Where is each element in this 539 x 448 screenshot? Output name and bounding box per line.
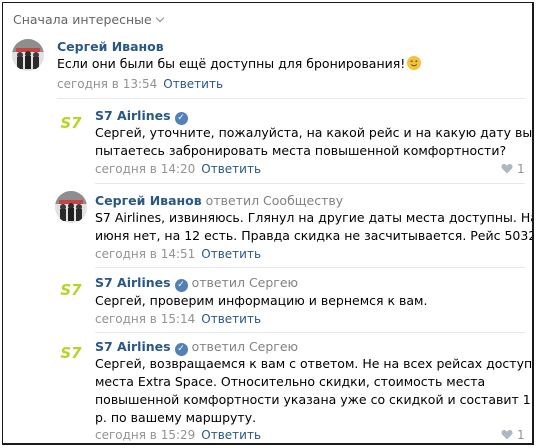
author-name: S7 Airlines bbox=[95, 275, 171, 290]
like-button[interactable]: 1 bbox=[501, 162, 525, 176]
comment-text: Сергей, возвращаемся к вам с ответом. Не… bbox=[95, 355, 534, 427]
like-count: 1 bbox=[517, 162, 525, 176]
reply-info: ответил Сообществу bbox=[206, 193, 344, 208]
comment-line: Если они были бы ещё доступны для бронир… bbox=[57, 55, 422, 73]
svg-text:S7: S7 bbox=[60, 281, 82, 299]
comment-text: S7 Airlines, извиняюсь. Глянул на другие… bbox=[95, 209, 534, 245]
comment-time[interactable]: сегодня в 14:20 bbox=[95, 162, 195, 176]
user-photo-icon bbox=[55, 191, 87, 223]
comment-text: Если они были бы ещё доступны для бронир… bbox=[57, 55, 422, 73]
comment-author[interactable]: S7 Airlines ✓ bbox=[95, 108, 188, 125]
comment-author[interactable]: Сергей Иванов bbox=[57, 39, 164, 54]
comment-line: повышенной комфортности указана уже со с… bbox=[95, 392, 534, 407]
comment-meta: сегодня в 14:51 Ответить bbox=[95, 247, 261, 261]
s7-logo-icon: S7 bbox=[55, 107, 87, 139]
author-name: S7 Airlines bbox=[95, 108, 171, 123]
reply-target[interactable]: Сергею bbox=[249, 339, 298, 354]
reply-prefix: ответил bbox=[191, 275, 245, 290]
comment-line: места Extra Space. Относительно скидки, … bbox=[95, 374, 486, 389]
comment-author[interactable]: S7 Airlines ✓ ответил Сергею bbox=[95, 275, 298, 292]
sort-label: Сначала интересные bbox=[13, 12, 152, 27]
chevron-down-icon bbox=[155, 13, 164, 23]
comment-meta: сегодня в 15:14 Ответить bbox=[95, 312, 261, 326]
comment-line: Сергей, возвращаемся к вам с ответом. Не… bbox=[95, 356, 534, 371]
avatar[interactable]: S7 bbox=[55, 107, 87, 139]
comments-panel: Сначала интересные Сергей Иванов Если он… bbox=[2, 2, 534, 445]
comment-meta: сегодня в 13:54 Ответить bbox=[57, 77, 223, 91]
divider bbox=[95, 332, 525, 333]
avatar[interactable]: S7 bbox=[55, 274, 87, 306]
heart-icon bbox=[501, 164, 513, 174]
comment-meta: сегодня в 14:20 Ответить bbox=[95, 162, 261, 176]
reply-target[interactable]: Сергею bbox=[249, 275, 298, 290]
avatar[interactable] bbox=[12, 39, 44, 71]
comment-author[interactable]: S7 Airlines ✓ ответил Сергею bbox=[95, 339, 298, 356]
comment-text: Сергей, проверим информацию и вернемся к… bbox=[95, 292, 427, 310]
reply-target[interactable]: Сообществу bbox=[263, 193, 343, 208]
reply-prefix: ответил bbox=[191, 339, 245, 354]
reply-button[interactable]: Ответить bbox=[201, 247, 261, 261]
reply-button[interactable]: Ответить bbox=[201, 312, 261, 326]
reply-prefix: ответил bbox=[205, 193, 260, 208]
s7-logo-icon: S7 bbox=[55, 274, 87, 306]
author-name: Сергей Иванов bbox=[95, 193, 202, 208]
like-count: 1 bbox=[517, 428, 525, 442]
winking-face-icon bbox=[407, 56, 422, 70]
reply-button[interactable]: Ответить bbox=[201, 162, 261, 176]
comment-line: Сергей, проверим информацию и вернемся к… bbox=[95, 293, 428, 308]
divider bbox=[57, 98, 525, 99]
heart-icon bbox=[501, 430, 513, 440]
divider bbox=[95, 183, 525, 184]
comment-meta: сегодня в 15:29 Ответить bbox=[95, 428, 261, 442]
avatar[interactable]: S7 bbox=[55, 337, 87, 369]
comment-line: июня нет, на 12 есть. Правда скидка не з… bbox=[95, 228, 534, 243]
user-photo-icon bbox=[12, 39, 44, 71]
reply-button[interactable]: Ответить bbox=[201, 428, 261, 442]
s7-logo-icon: S7 bbox=[55, 337, 87, 369]
svg-text:S7: S7 bbox=[60, 344, 82, 362]
reply-info: ответил Сергею bbox=[192, 275, 299, 290]
comment-text: Сергей, уточните, пожалуйста, на какой р… bbox=[95, 124, 532, 160]
sort-dropdown[interactable]: Сначала интересные bbox=[13, 12, 164, 27]
comment-line: пытаетесь забронировать места повышенной… bbox=[95, 143, 507, 158]
comment-time[interactable]: сегодня в 13:54 bbox=[57, 77, 157, 91]
comment-time[interactable]: сегодня в 15:29 bbox=[95, 428, 195, 442]
reply-info: ответил Сергею bbox=[192, 339, 299, 354]
comment-time[interactable]: сегодня в 15:14 bbox=[95, 312, 195, 326]
comment-author[interactable]: Сергей Иванов ответил Сообществу bbox=[95, 193, 343, 208]
svg-text:S7: S7 bbox=[60, 114, 82, 132]
comment-line-text: Если они были бы ещё доступны для бронир… bbox=[57, 56, 406, 71]
comment-line: Сергей, уточните, пожалуйста, на какой р… bbox=[95, 125, 533, 140]
author-name: Сергей Иванов bbox=[57, 39, 164, 54]
author-name: S7 Airlines bbox=[95, 339, 171, 354]
reply-button[interactable]: Ответить bbox=[163, 77, 223, 91]
comment-line: р. по вашему маршруту. bbox=[95, 410, 257, 425]
divider bbox=[95, 267, 525, 268]
like-button[interactable]: 1 bbox=[501, 428, 525, 442]
verified-icon: ✓ bbox=[174, 279, 188, 292]
comment-line: S7 Airlines, извиняюсь. Глянул на другие… bbox=[95, 210, 534, 225]
avatar[interactable] bbox=[55, 191, 87, 223]
comment-time[interactable]: сегодня в 14:51 bbox=[95, 247, 195, 261]
